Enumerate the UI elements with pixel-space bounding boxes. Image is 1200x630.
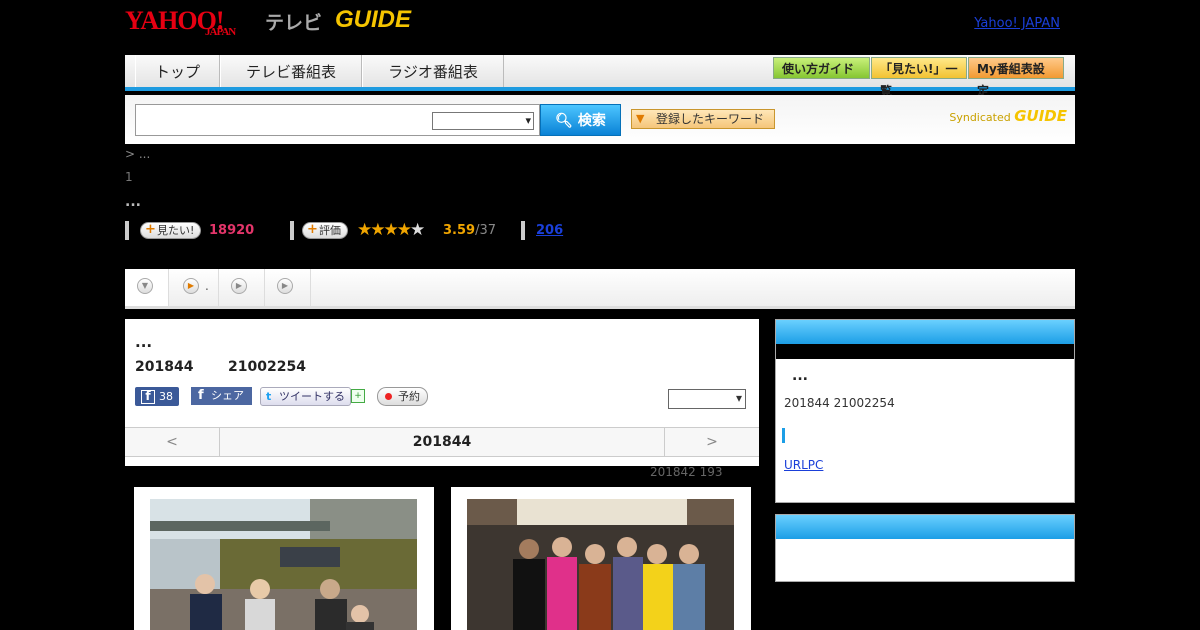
sidebar-header [776, 320, 1074, 344]
yahoo-japan-logo[interactable]: YAHOO! JAPAN [125, 6, 236, 38]
episode-select[interactable] [668, 389, 746, 409]
sidebar-panel-info: ... 201844 21002254 URLPC [775, 319, 1075, 503]
header: YAHOO! JAPAN テレビ GUIDE Yahoo! JAPAN [125, 0, 1075, 52]
rating-count: /37 [475, 223, 496, 238]
search-category-select[interactable] [432, 112, 534, 130]
logo-tv-text[interactable]: テレビ [265, 8, 322, 35]
registered-keyword-button[interactable]: 登録したキーワード [631, 109, 775, 129]
sidebar-meta: 201844 21002254 [784, 396, 895, 410]
play-icon: ▶ [231, 278, 247, 294]
pager-current: 201844 [412, 434, 472, 450]
divider [125, 221, 129, 240]
rating-stars: ★★★★★ [357, 220, 425, 240]
my-schedule-settings-button[interactable]: My番組表設定 [968, 57, 1064, 98]
search-button-label: 検索 [577, 113, 606, 129]
nav-tab-tv-schedule[interactable]: テレビ番組表 [220, 55, 362, 87]
rating-score: 3.59 [443, 223, 476, 238]
search-button[interactable]: 🔍︎ 検索 [540, 104, 621, 136]
photo-card-1[interactable] [134, 487, 434, 630]
rating-button[interactable]: 評価 [302, 222, 348, 239]
search-bar: 🔍︎ 検索 登録したキーワード Syndicated GUIDE [125, 95, 1075, 144]
tweet-button[interactable]: ツイートする [260, 387, 351, 406]
play-icon: ▶ [183, 278, 199, 294]
nav-tab-radio-schedule[interactable]: ラジオ番組表 [362, 55, 504, 87]
facebook-like-count[interactable]: 38 [135, 387, 179, 406]
play-icon: ▶ [277, 278, 293, 294]
gguide-logo-text: GUIDE [335, 6, 412, 33]
episode-title: ... [135, 333, 153, 351]
tab-3[interactable]: ▶ [265, 269, 311, 306]
stars-filled: ★★★★ [357, 220, 412, 240]
episode-code: 21002254 [228, 359, 306, 375]
sidebar-header-2 [776, 515, 1074, 539]
sub-meta: 201842 193 [650, 465, 723, 479]
divider [521, 221, 525, 240]
episode-panel: ... 201844 21002254 38 シェア ツイートする + 予約 <… [125, 319, 759, 466]
usage-guide-button[interactable]: 使い方ガイド [773, 57, 870, 79]
sidebar-subheader [776, 344, 1074, 359]
mitai-button[interactable]: 見たい! [140, 222, 202, 239]
stars-empty: ★ [409, 220, 425, 240]
photo-train-station [150, 499, 417, 630]
tab-1[interactable]: ▶ . [169, 269, 219, 306]
program-stats: 見たい! 18920 評価 ★★★★★ 3.59/37 206 [125, 220, 625, 242]
tab-2[interactable]: ▶ [219, 269, 265, 306]
sidebar-section-marker [782, 428, 785, 443]
tab-0[interactable]: ▼ [125, 269, 169, 306]
facebook-share-button[interactable]: シェア [191, 387, 252, 405]
episode-count: 1 [125, 170, 133, 184]
logo-japan-text: JAPAN [205, 26, 236, 38]
pager-next-button[interactable]: > [664, 428, 759, 456]
review-count-link[interactable]: 206 [536, 223, 563, 238]
mitai-count: 18920 [209, 223, 255, 238]
chevron-down-icon: ▼ [137, 278, 153, 294]
syndicated-logo-text: GUIDE [1014, 107, 1067, 125]
tab-1-label: . [205, 279, 209, 293]
gguide-logo[interactable]: GUIDE [335, 6, 411, 34]
episode-pager: < 201844 > [125, 427, 759, 457]
photo-card-2[interactable] [451, 487, 751, 630]
syndicated-text: Syndicated [949, 111, 1011, 124]
main-nav: トップ テレビ番組表 ラジオ番組表 使い方ガイド 「見たい!」一覧 My番組表設… [125, 55, 1075, 98]
mitai-list-button[interactable]: 「見たい!」一覧 [871, 57, 967, 98]
content-tabs: ▼ ▶ . ▶ ▶ [125, 269, 1075, 309]
sidebar-title: ... [792, 368, 808, 384]
nav-tab-top[interactable]: トップ [135, 55, 220, 87]
reserve-button[interactable]: 予約 [377, 387, 428, 406]
photo-restaurant-group [467, 499, 734, 630]
search-icon: 🔍︎ [555, 113, 578, 129]
sidebar-url-link[interactable]: URLPC [784, 458, 823, 472]
yahoo-japan-link[interactable]: Yahoo! JAPAN [974, 16, 1060, 31]
breadcrumb[interactable]: > ... [125, 147, 150, 161]
pager-prev-button[interactable]: < [125, 428, 220, 456]
calendar-add-icon[interactable]: + [351, 389, 365, 403]
sidebar-panel-2 [775, 514, 1075, 582]
divider [290, 221, 294, 240]
episode-date: 201844 [135, 359, 194, 375]
rating-value: 3.59/37 [443, 223, 496, 238]
program-title: ... [125, 194, 141, 210]
syndicated-gguide-logo: Syndicated GUIDE [949, 107, 1067, 125]
